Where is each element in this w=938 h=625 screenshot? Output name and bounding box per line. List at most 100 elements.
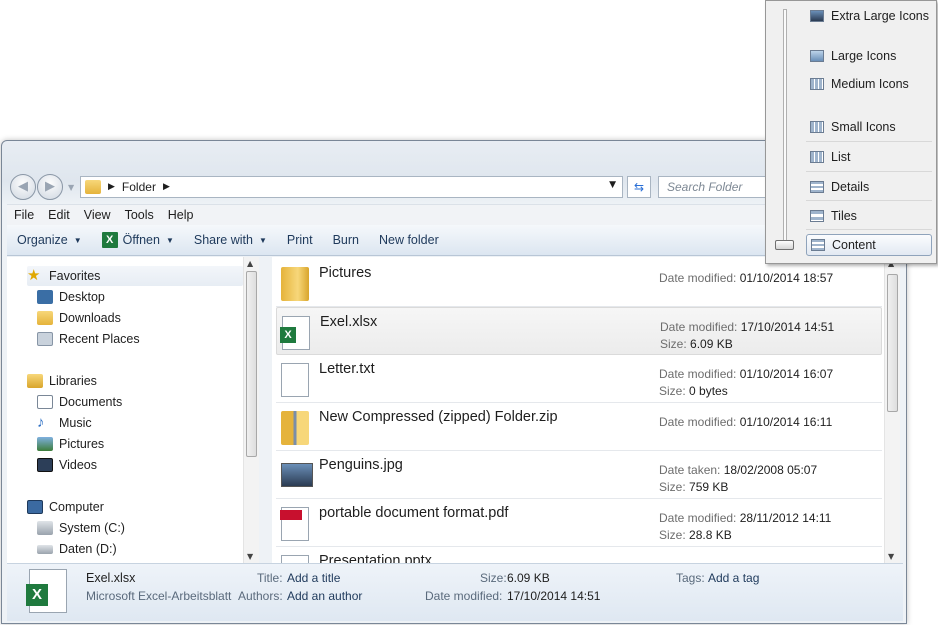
nav-downloads[interactable]: Downloads [37, 308, 121, 328]
details-file-name: Exel.xlsx [86, 571, 136, 585]
nav-scrollbar-thumb[interactable] [246, 271, 257, 457]
medium-icons-icon [810, 78, 824, 90]
nav-system-drive[interactable]: System (C:) [37, 518, 125, 538]
pdf-file-icon [280, 507, 309, 541]
libraries-icon [27, 374, 43, 388]
open-button[interactable]: X Öffnen ▼ [92, 225, 184, 255]
file-row-presentation[interactable]: Presentation.pptx [276, 547, 882, 563]
menu-tools[interactable]: Tools [118, 208, 161, 222]
file-meta-1: Date modified: 01/10/2014 16:07 [659, 367, 834, 381]
view-tiles[interactable]: Tiles [806, 205, 932, 227]
view-menu: Extra Large Icons Large Icons Medium Ico… [765, 0, 937, 264]
nav-scrollbar[interactable]: ▲ ▼ [243, 257, 259, 563]
scroll-up-icon[interactable]: ▲ [247, 259, 253, 268]
print-label: Print [286, 233, 313, 247]
nav-label: Computer [49, 500, 104, 514]
new-folder-button[interactable]: New folder [369, 225, 449, 255]
menu-separator [806, 141, 932, 142]
organize-button[interactable]: Organize ▼ [7, 225, 92, 255]
file-row-pictures[interactable]: Pictures Date modified: 01/10/2014 18:57 [276, 259, 882, 307]
view-item-label: Extra Large Icons [831, 9, 929, 23]
breadcrumb-folder[interactable]: Folder [122, 180, 156, 194]
menu-file[interactable]: File [7, 208, 41, 222]
forward-button[interactable]: ▶ [37, 174, 63, 200]
print-button[interactable]: Print [277, 225, 323, 255]
authors-field[interactable]: Add an author [287, 589, 362, 603]
view-item-label: Content [832, 238, 876, 252]
burn-button[interactable]: Burn [323, 225, 369, 255]
file-name: Letter.txt [319, 361, 375, 377]
music-icon: ♪ [37, 414, 45, 431]
refresh-button[interactable]: ⇆ [627, 176, 651, 198]
menu-help[interactable]: Help [161, 208, 201, 222]
file-meta-1: Date modified: 28/11/2012 14:11 [659, 511, 832, 525]
nav-music[interactable]: ♪ Music [37, 413, 92, 433]
file-row-pdf[interactable]: portable document format.pdf Date modifi… [276, 499, 882, 547]
nav-label: System (C:) [59, 521, 125, 535]
organize-label: Organize [17, 233, 68, 247]
recent-pages-dropdown[interactable]: ▼ [68, 183, 76, 192]
menu-separator [806, 229, 932, 230]
details-view-icon [810, 181, 824, 193]
file-row-letter[interactable]: Letter.txt Date modified: 01/10/2014 16:… [276, 355, 882, 403]
nav-videos[interactable]: Videos [37, 455, 97, 475]
list-view-icon [810, 151, 824, 163]
scroll-down-icon[interactable]: ▼ [888, 552, 894, 561]
modified-value: 17/10/2014 14:51 [507, 589, 601, 603]
tags-label: Tags: [676, 571, 705, 585]
view-details[interactable]: Details [806, 176, 932, 198]
view-size-slider-thumb[interactable] [775, 240, 794, 250]
nav-libraries[interactable]: Libraries [27, 371, 97, 391]
content-scrollbar-thumb[interactable] [887, 274, 898, 412]
nav-daten-drive[interactable]: Daten (D:) [37, 539, 117, 559]
view-large-icons[interactable]: Large Icons [806, 45, 932, 67]
nav-label: Videos [59, 458, 97, 472]
view-list[interactable]: List [806, 146, 932, 168]
file-row-penguins[interactable]: Penguins.jpg Date taken: 18/02/2008 05:0… [276, 451, 882, 499]
nav-desktop[interactable]: Desktop [37, 287, 105, 307]
view-size-slider-track[interactable] [783, 9, 787, 247]
excel-icon: X [26, 584, 48, 606]
chevron-right-icon[interactable]: ▶ [163, 182, 170, 192]
nav-label: Music [59, 416, 92, 430]
menu-view[interactable]: View [77, 208, 118, 222]
view-content[interactable]: Content [806, 234, 932, 256]
file-meta-1: Date modified: 01/10/2014 18:57 [659, 271, 834, 285]
nav-label: Favorites [49, 269, 101, 283]
nav-label: Desktop [59, 290, 105, 304]
view-medium-icons[interactable]: Medium Icons [806, 73, 932, 95]
share-with-button[interactable]: Share with ▼ [184, 225, 277, 255]
file-row-exel[interactable]: X Exel.xlsx Date modified: 17/10/2014 14… [276, 307, 882, 355]
scroll-down-icon[interactable]: ▼ [247, 552, 253, 561]
nav-pictures[interactable]: Pictures [37, 434, 104, 454]
nav-label: Pictures [59, 437, 105, 451]
modified-label: Date modified: [425, 589, 503, 603]
chevron-right-icon[interactable]: ▶ [108, 182, 115, 192]
nav-label: Documents [59, 395, 123, 409]
menu-edit[interactable]: Edit [41, 208, 77, 222]
address-dropdown-icon[interactable]: ▼ [609, 180, 616, 190]
view-extra-large-icons[interactable]: Extra Large Icons [806, 5, 932, 27]
view-small-icons[interactable]: Small Icons [806, 116, 932, 138]
extra-large-icons-icon [810, 10, 824, 22]
file-meta-1: Date modified: 17/10/2014 14:51 [660, 320, 835, 334]
address-bar[interactable]: ▶ Folder ▶ ▼ [80, 176, 623, 198]
file-meta-2: Size: 28.8 KB [659, 528, 732, 542]
recent-places-icon [37, 332, 53, 346]
tags-field[interactable]: Add a tag [708, 571, 759, 585]
file-row-zip[interactable]: New Compressed (zipped) Folder.zip Date … [276, 403, 882, 451]
file-meta-2: Size: 6.09 KB [660, 337, 733, 351]
nav-favorites[interactable]: ★ Favorites [27, 266, 243, 286]
image-file-icon [281, 463, 313, 487]
folder-icon [281, 267, 309, 301]
view-item-label: Small Icons [831, 120, 896, 134]
navigation-pane: ★ Favorites Desktop Downloads Recent Plac… [7, 257, 245, 563]
back-button[interactable]: ◀ [10, 174, 36, 200]
title-field[interactable]: Add a title [287, 571, 340, 585]
nav-documents[interactable]: Documents [37, 392, 122, 412]
computer-icon [27, 500, 43, 514]
content-scrollbar[interactable]: ▲ ▼ [884, 257, 900, 563]
nav-recent-places[interactable]: Recent Places [37, 329, 140, 349]
new-folder-label: New folder [378, 233, 439, 247]
nav-computer[interactable]: Computer [27, 497, 104, 517]
